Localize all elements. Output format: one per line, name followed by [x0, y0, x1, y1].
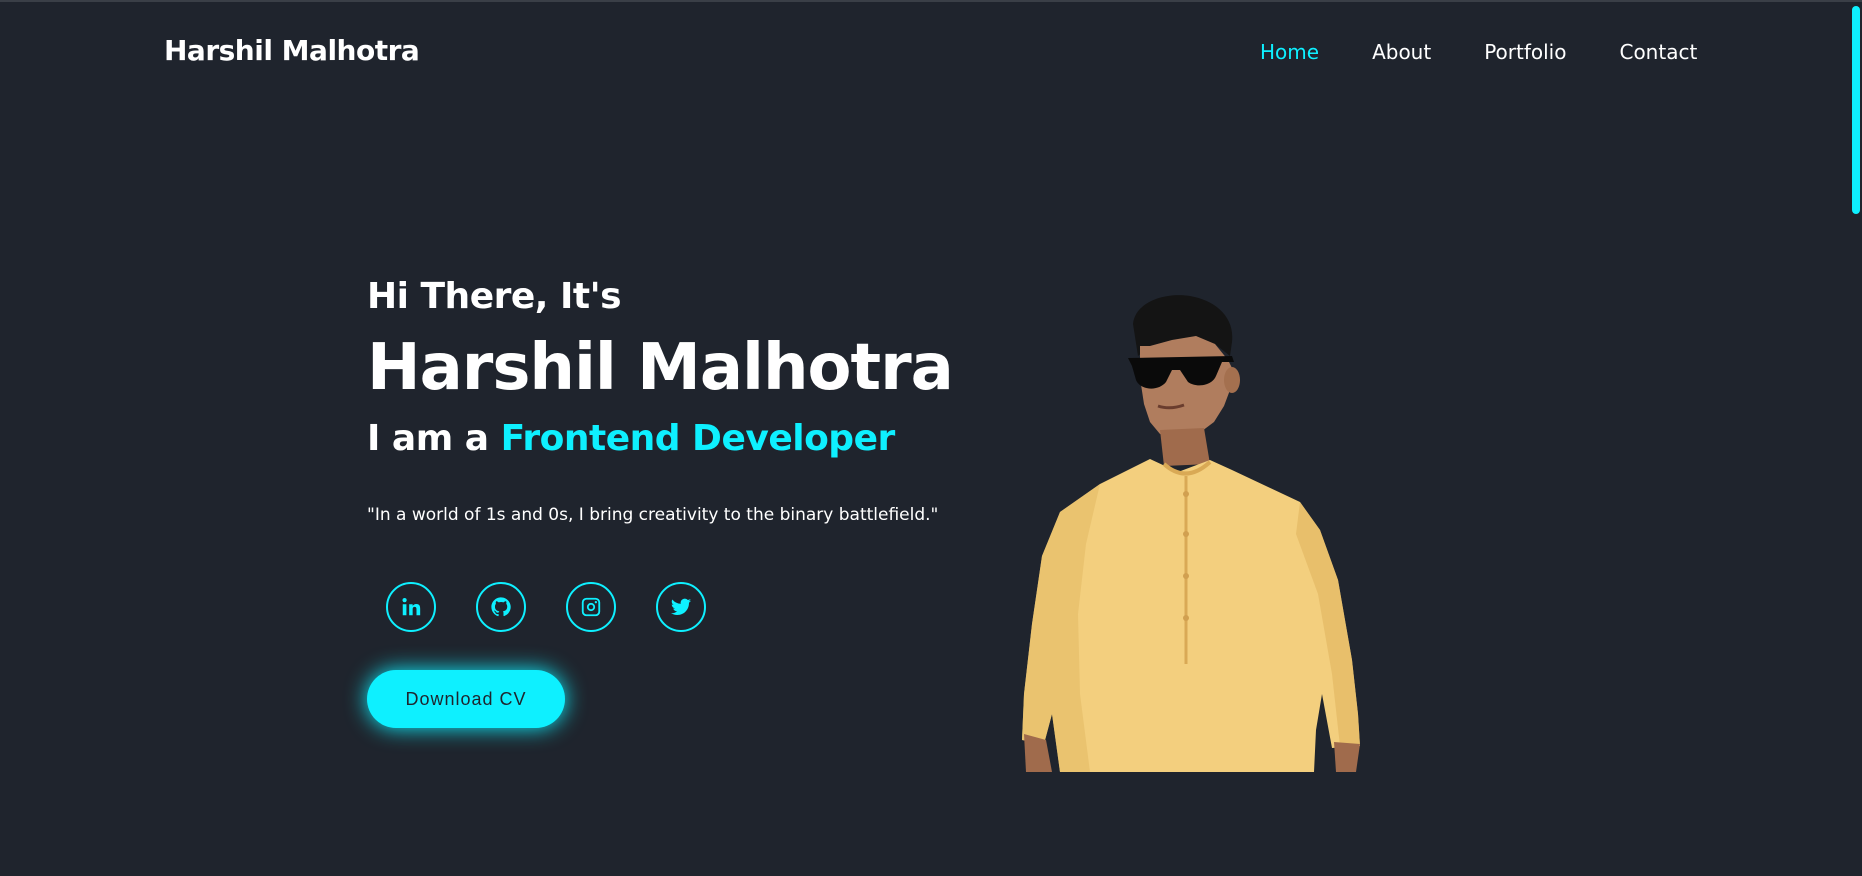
- hero-quote: "In a world of 1s and 0s, I bring creati…: [367, 505, 939, 525]
- photo-ear: [1224, 367, 1240, 393]
- nav-portfolio[interactable]: Portfolio: [1484, 40, 1566, 64]
- instagram-icon: [581, 597, 601, 617]
- role-highlight: Frontend Developer: [500, 418, 896, 459]
- nav-contact[interactable]: Contact: [1619, 40, 1697, 64]
- hero-greeting: Hi There, It's: [367, 276, 622, 317]
- profile-photo: [1022, 295, 1360, 772]
- site-header: Harshil Malhotra Home About Portfolio Co…: [0, 2, 1840, 102]
- twitter-link[interactable]: [656, 582, 706, 632]
- download-cv-button[interactable]: Download CV: [367, 670, 565, 728]
- hero-content: Hi There, It's Harshil Malhotra I am a F…: [367, 270, 987, 528]
- linkedin-icon: [402, 598, 421, 616]
- nav-home[interactable]: Home: [1260, 40, 1319, 64]
- github-link[interactable]: [476, 582, 526, 632]
- twitter-icon: [670, 598, 692, 615]
- linkedin-link[interactable]: [386, 582, 436, 632]
- photo-hand-left: [1024, 734, 1052, 772]
- site-logo[interactable]: Harshil Malhotra: [164, 34, 420, 67]
- photo-hand-right: [1334, 742, 1360, 772]
- scrollbar-thumb[interactable]: [1852, 6, 1860, 214]
- role-prefix: I am a: [367, 418, 501, 459]
- social-links: [386, 582, 746, 632]
- hero-role: I am a Frontend Developer: [367, 412, 987, 466]
- page: Harshil Malhotra Home About Portfolio Co…: [0, 0, 1862, 876]
- photo-neck: [1160, 428, 1210, 466]
- github-icon: [491, 597, 511, 617]
- instagram-link[interactable]: [566, 582, 616, 632]
- hero-name: Harshil Malhotra: [367, 331, 954, 405]
- nav-about[interactable]: About: [1372, 40, 1431, 64]
- main-nav: Home About Portfolio Contact: [1260, 40, 1697, 64]
- page-scrollbar[interactable]: [1848, 2, 1862, 876]
